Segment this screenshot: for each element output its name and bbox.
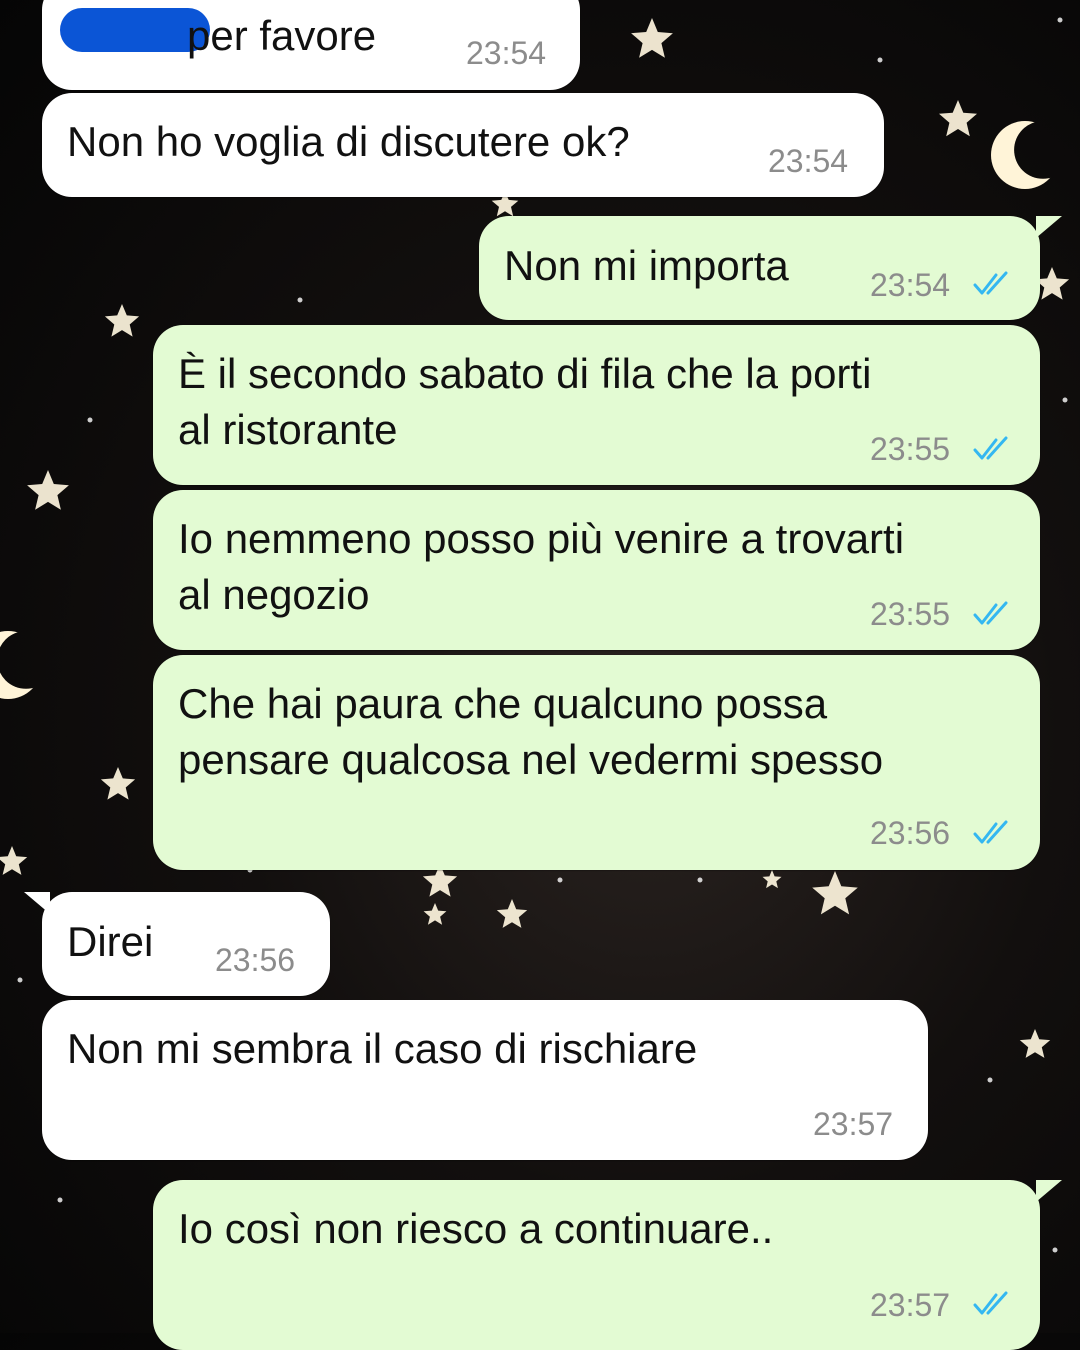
message-text: Direi: [67, 918, 154, 965]
message-bubble-incoming[interactable]: Non mi sembra il caso di rischiare 23:57: [42, 1000, 928, 1160]
star-icon: [631, 18, 673, 58]
star-icon: [27, 470, 69, 510]
message-text: Non mi importa: [504, 242, 789, 289]
message-text-line: Io nemmeno posso più venire a trovarti: [178, 515, 905, 562]
message-timestamp: 23:55: [870, 596, 951, 632]
message-timestamp: 23:57: [813, 1106, 894, 1142]
message-timestamp: 23:54: [870, 267, 951, 303]
message-text-line: È il secondo sabato di fila che la porti: [178, 350, 872, 397]
message-text-line: al negozio: [178, 571, 370, 618]
message-bubble-incoming[interactable]: Non ho voglia di discutere ok? 23:54: [42, 93, 884, 197]
message-timestamp: 23:54: [768, 143, 849, 179]
double-check-icon: [973, 601, 1008, 625]
star-icon: [812, 871, 858, 915]
double-check-icon: [973, 436, 1008, 460]
star-icon: [104, 304, 140, 337]
message-timestamp: 23:56: [215, 942, 296, 978]
crescent-moon-icon: [0, 631, 42, 699]
star-icon: [939, 100, 977, 137]
message-text-line: pensare qualcosa nel vedermi spesso: [178, 736, 884, 783]
message-bubble-incoming[interactable]: per favore 23:54: [42, 0, 580, 90]
message-timestamp: 23:55: [870, 431, 951, 467]
message-bubble-outgoing[interactable]: È il secondo sabato di fila che la porti…: [153, 325, 1040, 485]
star-icon: [423, 903, 447, 925]
message-text-line: Che hai paura che qualcuno possa: [178, 680, 828, 727]
message-text: Non ho voglia di discutere ok?: [67, 118, 630, 165]
message-bubble-incoming[interactable]: Direi 23:56: [24, 892, 330, 996]
star-icon: [100, 767, 136, 800]
message-timestamp: 23:57: [870, 1287, 951, 1323]
star-icon: [762, 870, 782, 889]
message-bubble-outgoing[interactable]: Io così non riesco a continuare.. 23:57: [153, 1180, 1062, 1350]
star-icon: [0, 846, 28, 875]
double-check-icon: [973, 1291, 1008, 1315]
star-icon: [496, 899, 528, 928]
message-bubble-outgoing[interactable]: Non mi importa 23:54: [479, 216, 1062, 320]
star-icon: [1019, 1029, 1051, 1058]
message-timestamp: 23:56: [870, 815, 951, 851]
message-text: Io così non riesco a continuare..: [178, 1205, 774, 1252]
double-check-icon: [973, 271, 1008, 295]
message-text: per favore: [187, 12, 377, 59]
double-check-icon: [973, 820, 1008, 844]
message-timestamp: 23:54: [466, 35, 547, 71]
message-text-line: al ristorante: [178, 406, 398, 453]
message-bubble-outgoing[interactable]: Che hai paura che qualcuno possa pensare…: [153, 655, 1040, 870]
crescent-moon-icon: [991, 121, 1059, 189]
message-bubble-outgoing[interactable]: Io nemmeno posso più venire a trovarti a…: [153, 490, 1040, 650]
message-text: Non mi sembra il caso di rischiare: [67, 1025, 698, 1072]
star-icon: [1034, 267, 1070, 300]
